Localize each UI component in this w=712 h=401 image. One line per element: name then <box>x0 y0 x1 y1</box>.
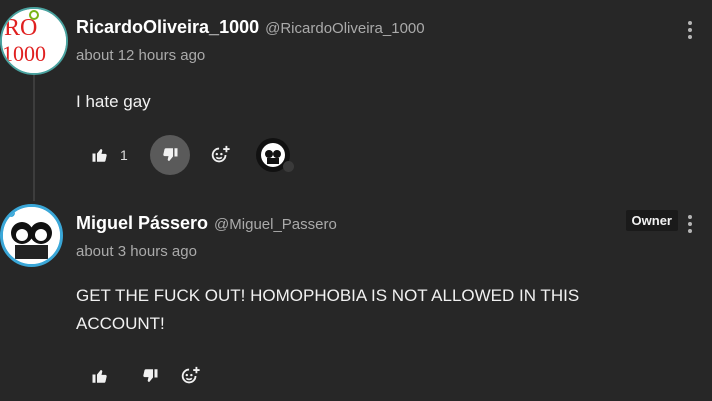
comment-text: GET THE FUCK OUT! HOMOPHOBIA IS NOT ALLO… <box>76 286 580 333</box>
avatar-text-bottom: 1000 <box>2 41 46 66</box>
thumbs-up-icon <box>92 149 107 162</box>
comment-actions <box>80 356 210 396</box>
like-button[interactable] <box>80 135 120 175</box>
comment-timestamp: about 3 hours ago <box>76 243 197 260</box>
author-name[interactable]: Miguel Pássero <box>76 213 208 234</box>
like-button[interactable] <box>80 356 120 396</box>
like-count: 1 <box>120 147 128 163</box>
reply-emoji-icon <box>211 145 230 163</box>
reply-emoji-icon <box>181 366 200 384</box>
avatar-image: RO 1000 <box>2 9 66 73</box>
author-name[interactable]: RicardoOliveira_1000 <box>76 17 259 38</box>
thumbs-up-icon <box>92 370 107 383</box>
author-handle[interactable]: @Miguel_Passero <box>214 216 337 233</box>
dislike-button[interactable] <box>150 135 190 175</box>
owner-badge: Owner <box>625 210 678 231</box>
comment-text: I hate gay <box>76 92 151 111</box>
thumbs-down-icon <box>163 148 178 161</box>
comment-item: Miguel Pássero @Miguel_Passero about 3 h… <box>0 196 712 401</box>
avatar[interactable]: RO 1000 <box>0 7 68 75</box>
comment-timestamp: about 12 hours ago <box>76 47 206 64</box>
comment-actions: 1 <box>80 135 296 175</box>
author-row: Miguel Pássero @Miguel_Passero <box>76 213 337 234</box>
author-handle[interactable]: @RicardoOliveira_1000 <box>265 20 424 37</box>
creator-heart <box>250 135 296 175</box>
heart-badge-icon <box>283 161 294 172</box>
avatar[interactable] <box>0 204 63 267</box>
dislike-button[interactable] <box>130 356 170 396</box>
reply-button[interactable] <box>170 356 210 396</box>
thumbs-down-icon <box>143 369 158 382</box>
author-row: RicardoOliveira_1000 @RicardoOliveira_10… <box>76 17 425 38</box>
avatar-image <box>3 207 60 264</box>
more-vert-icon[interactable] <box>687 21 693 39</box>
comment-item: RO 1000 RicardoOliveira_1000 @RicardoOli… <box>0 0 712 200</box>
reply-button[interactable] <box>200 135 240 175</box>
more-vert-icon[interactable] <box>687 215 693 233</box>
